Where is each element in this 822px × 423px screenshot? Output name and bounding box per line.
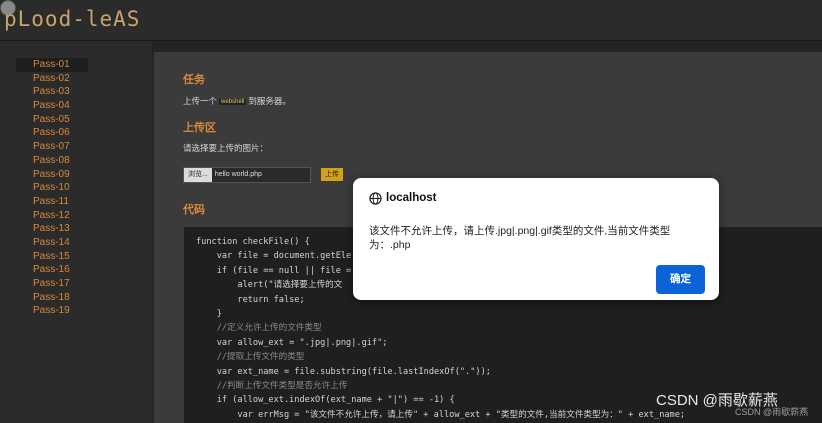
sidebar-item-pass-17[interactable]: Pass-17	[16, 277, 88, 291]
code-line: var ext_name = file.substring(file.lastI…	[196, 366, 491, 377]
sidebar-item-pass-15[interactable]: Pass-15	[16, 250, 88, 264]
code-line: //定义允许上传的文件类型	[196, 323, 322, 334]
ok-button[interactable]: 确定	[656, 265, 705, 294]
browse-button[interactable]: 浏览...	[184, 168, 212, 182]
top-header: pLood-leAS	[0, 0, 822, 41]
sidebar-item-pass-03[interactable]: Pass-03	[16, 85, 88, 99]
task-code: webshell	[219, 98, 247, 105]
sidebar-item-pass-12[interactable]: Pass-12	[16, 209, 88, 223]
code-line: //提取上传文件的类型	[196, 352, 305, 363]
sidebar-item-pass-08[interactable]: Pass-08	[16, 154, 88, 168]
sidebar-item-pass-07[interactable]: Pass-07	[16, 140, 88, 154]
code-line: }	[196, 309, 222, 320]
dialog-message: 该文件不允许上传，请上传.jpg|.png|.gif类型的文件,当前文件类型为：…	[369, 225, 671, 251]
code-line: var allow_ext = ".jpg|.png|.gif";	[196, 337, 388, 348]
sidebar-item-pass-02[interactable]: Pass-02	[16, 72, 88, 86]
sidebar-item-pass-19[interactable]: Pass-19	[16, 304, 88, 318]
upload-button[interactable]: 上传	[321, 168, 343, 181]
sidebar-item-pass-09[interactable]: Pass-09	[16, 168, 88, 182]
sidebar: Pass-01 Pass-02 Pass-03 Pass-04 Pass-05 Pass-…	[0, 41, 152, 423]
sidebar-item-pass-13[interactable]: Pass-13	[16, 222, 88, 236]
upload-heading: 上传区	[183, 122, 216, 134]
file-name: hello world.php	[214, 171, 262, 178]
sidebar-item-pass-04[interactable]: Pass-04	[16, 99, 88, 113]
code-line: var errMsg = "该文件不允许上传，请上传" + allow_ext …	[196, 409, 686, 420]
sidebar-item-pass-11[interactable]: Pass-11	[16, 195, 88, 209]
watermark-small: CSDN @雨歇薪燕	[735, 407, 809, 417]
task-text-before: 上传一个	[183, 96, 218, 106]
sidebar-item-pass-16[interactable]: Pass-16	[16, 263, 88, 277]
dialog-title: localhost	[386, 192, 437, 204]
sidebar-item-pass-10[interactable]: Pass-10	[16, 181, 88, 195]
code-heading: 代码	[183, 204, 205, 216]
sidebar-item-pass-14[interactable]: Pass-14	[16, 236, 88, 250]
sidebar-item-pass-18[interactable]: Pass-18	[16, 291, 88, 305]
upload-hint: 请选择要上传的图片：	[183, 143, 269, 153]
sidebar-item-pass-05[interactable]: Pass-05	[16, 113, 88, 127]
sidebar-item-pass-06[interactable]: Pass-06	[16, 126, 88, 140]
site-logo[interactable]: pLood-leAS	[4, 7, 140, 31]
globe-icon	[369, 192, 382, 205]
task-text-after: 到服务器。	[248, 96, 291, 106]
task-description: 上传一个 webshell 到服务器。	[183, 95, 291, 107]
sidebar-list: Pass-01 Pass-02 Pass-03 Pass-04 Pass-05 Pass-…	[16, 58, 88, 318]
file-input[interactable]: 浏览... hello world.php	[183, 167, 311, 183]
alert-dialog: localhost 该文件不允许上传，请上传.jpg|.png|.gif类型的文…	[353, 178, 719, 300]
task-heading: 任务	[183, 74, 205, 86]
sidebar-item-pass-01[interactable]: Pass-01	[16, 58, 88, 72]
